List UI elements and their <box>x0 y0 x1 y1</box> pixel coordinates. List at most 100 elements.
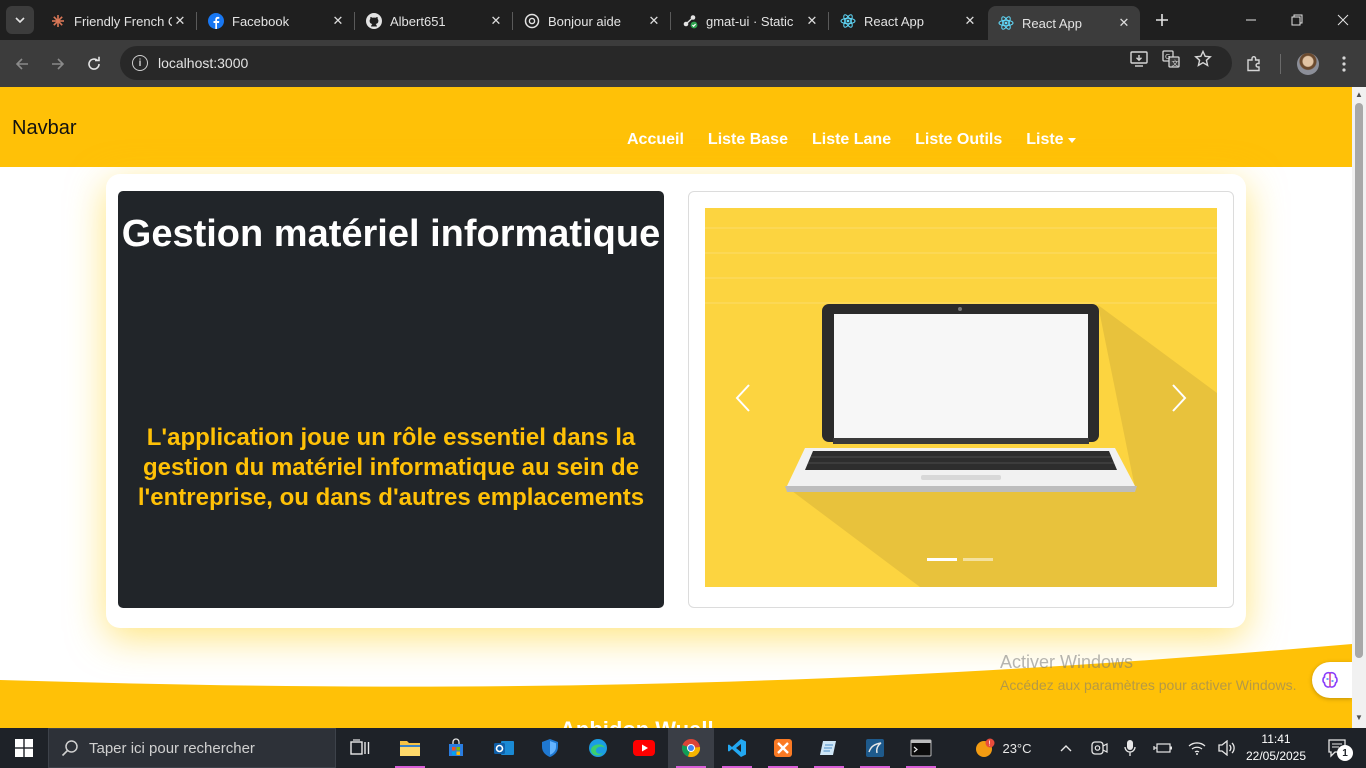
nav-dropdown-label: Liste <box>1026 131 1064 148</box>
browser-tab-7-active[interactable]: React App ✕ <box>988 6 1140 40</box>
chrome-icon <box>681 739 701 758</box>
taskbar-app-security[interactable] <box>527 728 573 768</box>
close-icon[interactable]: ✕ <box>804 13 820 29</box>
taskbar-app-vscode[interactable] <box>714 728 760 768</box>
carousel-indicator-2[interactable] <box>963 558 993 561</box>
brain-icon <box>1322 671 1338 688</box>
nav-link-accueil[interactable]: Accueil <box>627 131 684 149</box>
task-view-icon <box>350 739 370 755</box>
watermark-line-2: Accédez aux paramètres pour activer Wind… <box>1000 677 1297 693</box>
taskbar-app-youtube[interactable] <box>621 728 667 768</box>
close-icon[interactable]: ✕ <box>488 13 504 29</box>
react-icon <box>998 15 1014 31</box>
more-menu-icon[interactable] <box>1332 52 1356 76</box>
site-info-icon[interactable]: i <box>132 55 148 71</box>
browser-tab-4[interactable]: Bonjour aide ✕ <box>514 6 670 36</box>
install-app-icon[interactable] <box>1128 48 1150 70</box>
carousel-slide <box>705 208 1217 587</box>
taskbar-app-edge[interactable] <box>575 728 621 768</box>
taskbar-app-file-explorer[interactable] <box>387 728 433 768</box>
chatgpt-icon <box>524 13 540 29</box>
minimize-icon <box>1246 19 1256 21</box>
taskbar-app-notepad[interactable] <box>806 728 852 768</box>
hero-text-panel: Gestion matériel informatique L'applicat… <box>118 191 664 608</box>
netlify-icon <box>682 13 698 29</box>
browser-tab-2[interactable]: Facebook ✕ <box>198 6 354 36</box>
reload-icon <box>88 56 100 70</box>
copilot-button[interactable] <box>1312 662 1352 698</box>
shield-icon <box>542 739 558 757</box>
tray-volume[interactable] <box>1216 728 1238 768</box>
minimize-button[interactable] <box>1228 0 1274 40</box>
close-window-button[interactable] <box>1320 0 1366 40</box>
new-tab-button[interactable] <box>1150 8 1174 32</box>
taskbar-app-store[interactable] <box>433 728 479 768</box>
nav-link-liste-base[interactable]: Liste Base <box>708 131 788 149</box>
hero-title: Gestion matériel informatique <box>121 213 661 255</box>
tab-title: Facebook <box>232 13 290 29</box>
restore-button[interactable] <box>1274 0 1320 40</box>
clock-time: 11:41 <box>1261 732 1291 746</box>
translate-icon[interactable]: G文 <box>1160 48 1182 70</box>
extensions-icon[interactable] <box>1242 52 1266 76</box>
weather-widget[interactable]: ! 23°C <box>968 728 1038 768</box>
tray-network[interactable] <box>1186 728 1208 768</box>
bookmark-star-icon[interactable] <box>1192 48 1214 70</box>
scroll-down-icon[interactable]: ▼ <box>1355 714 1363 722</box>
close-icon[interactable]: ✕ <box>646 13 662 29</box>
profile-avatar[interactable] <box>1297 53 1319 75</box>
taskbar-clock[interactable]: 11:41 22/05/2025 <box>1244 731 1308 765</box>
nav-link-liste-lane[interactable]: Liste Lane <box>812 131 891 149</box>
speaker-icon <box>1218 740 1235 756</box>
taskbar-app-chrome[interactable] <box>668 728 714 768</box>
camera-icon <box>1091 741 1108 755</box>
navbar-brand[interactable]: Navbar <box>12 117 76 140</box>
laptop-illustration <box>705 208 1217 587</box>
close-icon[interactable]: ✕ <box>172 13 188 29</box>
reload-button[interactable] <box>81 51 107 77</box>
arrow-right-icon <box>52 58 65 70</box>
forward-button[interactable] <box>45 51 71 77</box>
close-icon[interactable]: ✕ <box>330 13 346 29</box>
weather-sun-icon: ! <box>976 738 995 757</box>
tray-meet-now[interactable] <box>1088 728 1110 768</box>
taskbar-app-outlook[interactable] <box>481 728 527 768</box>
carousel-prev-button[interactable] <box>723 378 763 418</box>
tray-battery[interactable] <box>1152 728 1174 768</box>
browser-toolbar: i localhost:3000 G文 <box>0 40 1366 87</box>
chevron-up-icon <box>1060 745 1072 752</box>
tab-title: Albert651 <box>390 13 446 29</box>
scroll-up-icon[interactable]: ▲ <box>1355 91 1363 99</box>
edge-icon <box>589 739 607 757</box>
mysql-workbench-icon <box>866 739 884 757</box>
taskbar-search[interactable]: Taper ici pour rechercher <box>48 728 336 768</box>
browser-tab-6[interactable]: React App ✕ <box>830 6 986 36</box>
taskbar-app-xampp[interactable] <box>760 728 806 768</box>
browser-tab-5[interactable]: gmat-ui · Static ✕ <box>672 6 828 36</box>
taskbar-app-terminal[interactable] <box>898 728 944 768</box>
tray-overflow-button[interactable] <box>1056 728 1076 768</box>
nav-link-liste-outils[interactable]: Liste Outils <box>915 131 1002 149</box>
back-button[interactable] <box>9 51 35 77</box>
browser-tab-1[interactable]: Friendly French C ✕ <box>40 6 196 36</box>
tab-search-button[interactable] <box>6 6 34 34</box>
close-icon[interactable]: ✕ <box>1116 15 1132 31</box>
carousel-indicator-1[interactable] <box>927 558 957 561</box>
search-icon <box>61 740 78 757</box>
carousel-next-button[interactable] <box>1159 378 1199 418</box>
page-scrollbar[interactable]: ▲ ▼ <box>1352 87 1366 728</box>
close-icon[interactable]: ✕ <box>962 13 978 29</box>
nav-dropdown-liste[interactable]: Liste <box>1026 131 1076 149</box>
task-view-button[interactable] <box>337 728 383 768</box>
start-button[interactable] <box>0 728 48 768</box>
tab-divider <box>512 12 513 30</box>
scrollbar-thumb[interactable] <box>1355 103 1363 658</box>
windows-activation-watermark: Activer Windows Accédez aux paramètres p… <box>1000 652 1296 693</box>
browser-tab-3[interactable]: Albert651 ✕ <box>356 6 512 36</box>
tray-microphone[interactable] <box>1120 728 1140 768</box>
notification-count-badge: 1 <box>1337 745 1353 761</box>
taskbar-app-mysql-workbench[interactable] <box>852 728 898 768</box>
address-bar[interactable]: i localhost:3000 <box>120 46 1232 80</box>
notification-center-button[interactable]: 1 <box>1318 728 1358 768</box>
youtube-icon <box>633 740 655 756</box>
